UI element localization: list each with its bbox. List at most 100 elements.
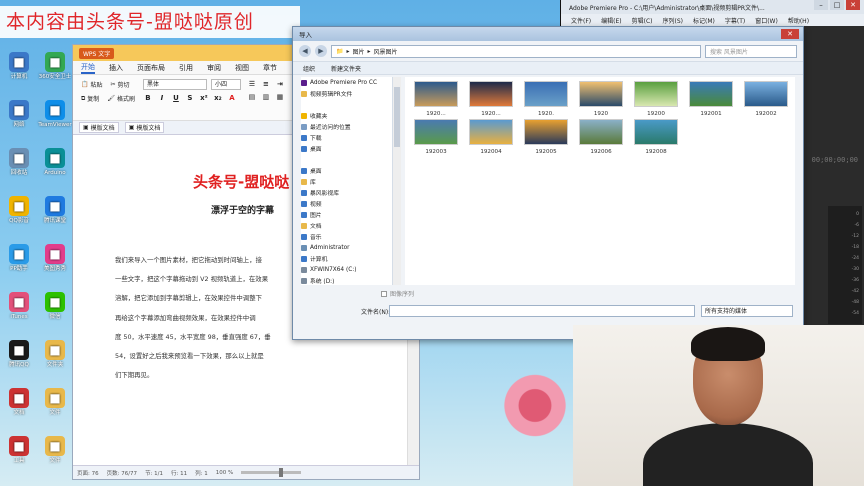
desktop-shortcut[interactable]: ■ 腾讯QQ xyxy=(2,340,36,368)
underline-button[interactable]: U xyxy=(171,93,181,103)
nav-item[interactable]: Administrator xyxy=(301,242,392,253)
zoom-slider[interactable] xyxy=(241,468,302,477)
desktop-shortcut[interactable]: ■ 文件 xyxy=(38,436,72,464)
desktop-shortcut[interactable]: ■ Arduino xyxy=(38,148,72,176)
image-thumbnail[interactable]: 192001 xyxy=(686,81,736,117)
font-size-select[interactable]: 小四 xyxy=(210,79,241,90)
desktop-shortcut[interactable]: ■ 360安全卫士 xyxy=(38,52,72,80)
strikethrough-button[interactable]: S xyxy=(185,93,195,103)
align-center-icon[interactable]: ▥ xyxy=(261,92,271,102)
minimize-icon[interactable]: – xyxy=(814,0,828,10)
premiere-menu-5[interactable]: 字幕(T) xyxy=(725,16,745,25)
image-thumbnail[interactable]: 1920. xyxy=(521,81,571,117)
bullet-list-icon[interactable]: ☰ xyxy=(247,79,257,89)
nav-item[interactable]: 下载 xyxy=(301,132,392,143)
nav-item[interactable]: 计算机 xyxy=(301,253,392,264)
nav-pane-scrollbar[interactable] xyxy=(393,77,401,285)
wps-menu-5[interactable]: 视图 xyxy=(235,63,249,73)
desktop-shortcut[interactable]: ■ PP助手 xyxy=(2,244,36,272)
nav-item[interactable]: 音乐 xyxy=(301,231,392,242)
image-sequence-checkbox[interactable]: 图像序列 xyxy=(381,289,414,298)
organize-button[interactable]: 组织 xyxy=(303,64,315,73)
desktop-shortcut[interactable]: ■ 文档 xyxy=(2,388,36,416)
desktop-shortcut[interactable]: ■ 美图秀秀 xyxy=(38,244,72,272)
nav-item[interactable]: 收藏夹 xyxy=(301,110,392,121)
wps-menu-2[interactable]: 页面布局 xyxy=(137,63,165,73)
indent-icon[interactable]: ⇥ xyxy=(275,79,285,89)
desktop-shortcut[interactable]: ■ QQ影音 xyxy=(2,196,36,224)
nav-item[interactable]: 桌面 xyxy=(301,143,392,154)
desktop-shortcut[interactable]: ■ 网络 xyxy=(2,100,36,128)
premiere-menu-7[interactable]: 帮助(H) xyxy=(788,16,809,25)
document-tab[interactable]: ▣ 模版文档 xyxy=(79,122,119,133)
breadcrumb-item[interactable]: 风景图片 xyxy=(374,47,398,56)
desktop-shortcut[interactable]: ■ iTunes xyxy=(2,292,36,320)
wps-menu-0[interactable]: 开始 xyxy=(81,62,95,74)
premiere-menu-4[interactable]: 标记(M) xyxy=(693,16,715,25)
desktop-shortcut[interactable]: ■ 文件 xyxy=(38,388,72,416)
cut-button[interactable]: ✂ 剪切 xyxy=(109,79,132,90)
image-thumbnail[interactable]: 1920 xyxy=(576,81,626,117)
superscript-button[interactable]: x² xyxy=(199,93,209,103)
font-color-button[interactable]: A xyxy=(227,93,237,103)
zoom-knob[interactable] xyxy=(279,468,284,477)
nav-scroll-thumb[interactable] xyxy=(394,87,400,147)
nav-item[interactable]: 系统 (D:) xyxy=(301,275,392,285)
image-thumbnail[interactable]: 192006 xyxy=(576,119,626,155)
font-name-select[interactable]: 黑体 xyxy=(142,79,207,90)
nav-item[interactable]: 图片 xyxy=(301,209,392,220)
bold-button[interactable]: B xyxy=(143,93,153,103)
nav-item[interactable]: XFWIN7X64 (C:) xyxy=(301,264,392,275)
search-input[interactable]: 搜索 风景图片 xyxy=(705,44,797,58)
paste-button[interactable]: 📋 粘贴 xyxy=(79,79,105,90)
image-thumbnail[interactable]: 1920... xyxy=(466,81,516,117)
image-thumbnail[interactable]: 1920... xyxy=(411,81,461,117)
desktop-shortcut[interactable]: ■ 微信 xyxy=(38,292,72,320)
forward-icon[interactable]: ▶ xyxy=(315,45,327,57)
copy-button[interactable]: ⧉ 复制 xyxy=(79,93,101,104)
image-thumbnail[interactable]: 192004 xyxy=(466,119,516,155)
nav-item[interactable]: 暴风影视库 xyxy=(301,187,392,198)
premiere-menu-0[interactable]: 文件(F) xyxy=(571,16,591,25)
nav-item[interactable]: 最近访问的位置 xyxy=(301,121,392,132)
desktop-shortcut[interactable]: ■ 腾讯课堂 xyxy=(38,196,72,224)
desktop-shortcut[interactable]: ■ 回收站 xyxy=(2,148,36,176)
wps-menu-4[interactable]: 审阅 xyxy=(207,63,221,73)
wps-menu-6[interactable]: 章节 xyxy=(263,63,277,73)
image-thumbnail[interactable]: 19200 xyxy=(631,81,681,117)
italic-button[interactable]: I xyxy=(157,93,167,103)
image-thumbnail[interactable]: 192003 xyxy=(411,119,461,155)
wps-menu-3[interactable]: 引用 xyxy=(179,63,193,73)
nav-item[interactable]: 库 xyxy=(301,176,392,187)
desktop-shortcut[interactable]: ■ 文件夹 xyxy=(38,340,72,368)
address-bar[interactable]: 📁 ▸ 图片 ▸ 风景图片 xyxy=(331,44,701,58)
premiere-menu-6[interactable]: 窗口(W) xyxy=(755,16,778,25)
nav-item[interactable]: Adobe Premiere Pro CC xyxy=(301,77,392,88)
new-folder-button[interactable]: 新建文件夹 xyxy=(331,64,361,73)
nav-item[interactable]: 文档 xyxy=(301,220,392,231)
close-icon[interactable]: ✕ xyxy=(846,0,860,10)
wps-menu-1[interactable]: 插入 xyxy=(109,63,123,73)
dialog-close-icon[interactable]: ✕ xyxy=(781,29,799,39)
desktop-shortcut[interactable]: ■ TeamViewer xyxy=(38,100,72,128)
nav-item[interactable]: 视频 xyxy=(301,198,392,209)
wps-app-button[interactable]: WPS 文字 xyxy=(79,47,115,59)
subscript-button[interactable]: x₂ xyxy=(213,93,223,103)
image-thumbnail[interactable]: 192008 xyxy=(631,119,681,155)
document-tab[interactable]: ▣ 模版文档 xyxy=(124,122,165,133)
nav-item[interactable]: 桌面 xyxy=(301,165,392,176)
desktop-shortcut[interactable]: ■ 工具 xyxy=(2,436,36,464)
image-thumbnail[interactable]: 192005 xyxy=(521,119,571,155)
align-left-icon[interactable]: ▤ xyxy=(247,92,257,102)
filename-input[interactable] xyxy=(389,305,695,317)
premiere-menu-2[interactable]: 剪辑(C) xyxy=(632,16,653,25)
desktop-shortcut[interactable]: ■ 计算机 xyxy=(2,52,36,80)
maximize-icon[interactable]: □ xyxy=(830,0,844,10)
premiere-menu-3[interactable]: 序列(S) xyxy=(663,16,684,25)
file-type-select[interactable]: 所有支持的媒体 xyxy=(701,305,793,317)
nav-item[interactable]: 视频剪辑PR文件 xyxy=(301,88,392,99)
premiere-menu-1[interactable]: 编辑(E) xyxy=(601,16,621,25)
breadcrumb-item[interactable]: 图片 xyxy=(353,47,365,56)
image-thumbnail[interactable]: 192002 xyxy=(741,81,791,117)
align-right-icon[interactable]: ▦ xyxy=(275,92,285,102)
